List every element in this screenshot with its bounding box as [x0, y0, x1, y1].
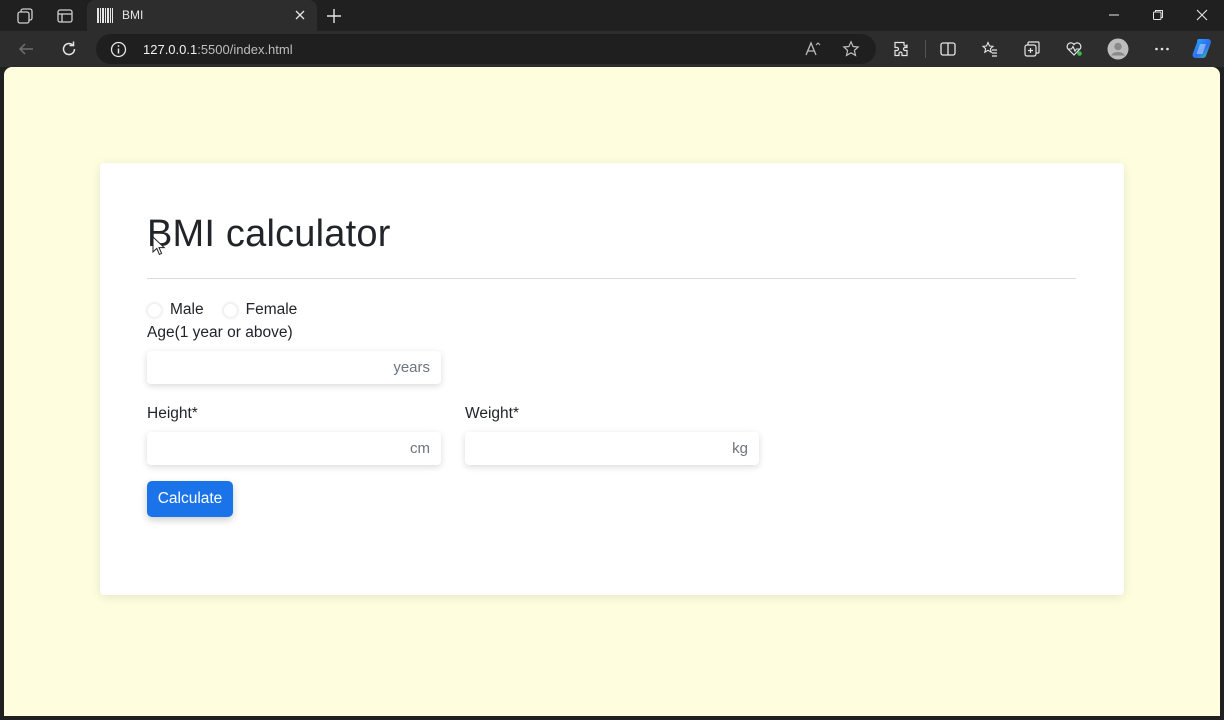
weight-unit: kg: [732, 440, 748, 457]
health-icon[interactable]: [1062, 37, 1086, 61]
height-field[interactable]: cm: [147, 432, 441, 465]
favorites-icon[interactable]: [978, 37, 1002, 61]
age-label: Age(1 year or above): [147, 324, 293, 341]
weight-field[interactable]: kg: [465, 432, 759, 465]
weight-label: Weight*: [465, 405, 519, 422]
back-icon[interactable]: [14, 37, 38, 61]
url-path: :5500/index.html: [197, 42, 293, 57]
page-viewport: BMI calculator Male Female Age(1 year or…: [4, 67, 1220, 716]
browser-toolbar: 127.0.0.1:5500/index.html: [0, 31, 1224, 67]
age-field[interactable]: years: [147, 351, 441, 384]
mouse-cursor-icon: [152, 236, 166, 256]
url-text[interactable]: 127.0.0.1:5500/index.html: [143, 42, 293, 57]
close-window-icon[interactable]: [1184, 4, 1220, 26]
title-divider: [147, 278, 1076, 279]
radio-female[interactable]: [222, 302, 238, 318]
height-unit: cm: [410, 440, 430, 457]
workspaces-icon[interactable]: [15, 6, 35, 26]
height-input[interactable]: [147, 432, 441, 465]
read-aloud-icon[interactable]: [803, 39, 823, 59]
split-screen-icon[interactable]: [936, 37, 960, 61]
bmi-card: BMI calculator Male Female Age(1 year or…: [100, 163, 1124, 595]
radio-female-label[interactable]: Female: [246, 301, 298, 319]
site-info-icon[interactable]: [110, 41, 127, 58]
minimize-icon[interactable]: [1096, 4, 1132, 26]
browser-tab-active[interactable]: BMI: [87, 0, 317, 31]
address-bar[interactable]: 127.0.0.1:5500/index.html: [96, 34, 876, 64]
new-tab-icon[interactable]: [323, 5, 345, 27]
collections-icon[interactable]: [1020, 37, 1044, 61]
toolbar-divider: [924, 37, 926, 61]
tab-title: BMI: [122, 8, 144, 22]
weight-input[interactable]: [465, 432, 759, 465]
profile-avatar-icon[interactable]: [1106, 37, 1130, 61]
tab-actions-icon[interactable]: [55, 6, 75, 26]
restore-icon[interactable]: [1140, 4, 1176, 26]
url-host: 127.0.0.1: [143, 42, 198, 57]
gender-radio-group: Male Female: [147, 299, 297, 321]
calculate-button[interactable]: Calculate: [147, 481, 233, 517]
height-label: Height*: [147, 405, 198, 422]
refresh-icon[interactable]: [57, 37, 81, 61]
radio-male[interactable]: [147, 302, 162, 318]
favorite-star-icon[interactable]: [841, 39, 861, 59]
age-unit: years: [393, 359, 430, 376]
close-tab-icon[interactable]: [292, 7, 308, 23]
copilot-icon[interactable]: [1190, 37, 1214, 61]
barcode-icon: [97, 8, 113, 23]
more-options-icon[interactable]: [1150, 37, 1174, 61]
radio-male-label[interactable]: Male: [170, 301, 204, 319]
browser-titlebar: BMI: [0, 0, 1224, 31]
page-title: BMI calculator: [147, 213, 391, 255]
extensions-icon[interactable]: [890, 37, 914, 61]
